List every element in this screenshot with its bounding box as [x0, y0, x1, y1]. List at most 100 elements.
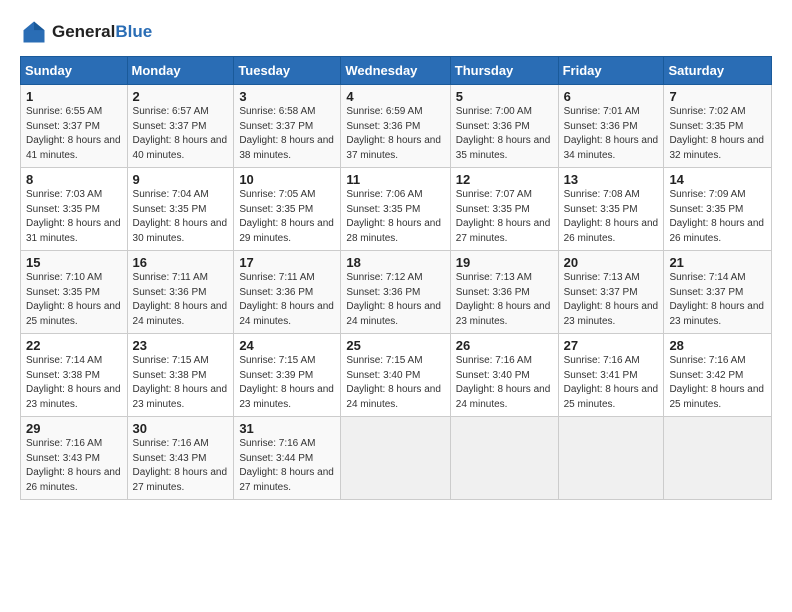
calendar-cell: 6 Sunrise: 7:01 AMSunset: 3:36 PMDaylight… [558, 85, 664, 168]
day-number: 10 [239, 172, 335, 187]
logo-text: GeneralBlue [52, 23, 152, 42]
day-number: 2 [133, 89, 229, 104]
calendar-header-monday: Monday [127, 57, 234, 85]
day-info: Sunrise: 7:04 AMSunset: 3:35 PMDaylight:… [133, 189, 228, 244]
calendar-cell: 2 Sunrise: 6:57 AMSunset: 3:37 PMDaylight… [127, 85, 234, 168]
calendar-cell [450, 417, 558, 500]
day-info: Sunrise: 7:11 AMSunset: 3:36 PMDaylight:… [239, 272, 334, 327]
calendar-cell: 14 Sunrise: 7:09 AMSunset: 3:35 PMDayligh… [664, 168, 772, 251]
day-info: Sunrise: 6:57 AMSunset: 3:37 PMDaylight:… [133, 106, 228, 161]
calendar-header-wednesday: Wednesday [341, 57, 450, 85]
day-number: 27 [564, 338, 659, 353]
calendar-week-1: 1 Sunrise: 6:55 AMSunset: 3:37 PMDaylight… [21, 85, 772, 168]
calendar-cell: 25 Sunrise: 7:15 AMSunset: 3:40 PMDayligh… [341, 334, 450, 417]
calendar-table: SundayMondayTuesdayWednesdayThursdayFrid… [20, 56, 772, 500]
day-info: Sunrise: 6:59 AMSunset: 3:36 PMDaylight:… [346, 106, 441, 161]
calendar-cell: 31 Sunrise: 7:16 AMSunset: 3:44 PMDayligh… [234, 417, 341, 500]
day-number: 3 [239, 89, 335, 104]
day-info: Sunrise: 7:16 AMSunset: 3:43 PMDaylight:… [133, 438, 228, 493]
day-info: Sunrise: 7:16 AMSunset: 3:42 PMDaylight:… [669, 355, 764, 410]
day-info: Sunrise: 7:03 AMSunset: 3:35 PMDaylight:… [26, 189, 121, 244]
calendar-cell: 16Sunrise: 7:11 AMSunset: 3:36 PMDayligh… [127, 251, 234, 334]
day-info: Sunrise: 7:10 AMSunset: 3:35 PMDaylight:… [26, 272, 121, 327]
calendar-cell: 27 Sunrise: 7:16 AMSunset: 3:41 PMDayligh… [558, 334, 664, 417]
day-number: 9 [133, 172, 229, 187]
day-number: 28 [669, 338, 766, 353]
day-info: Sunrise: 7:15 AMSunset: 3:40 PMDaylight:… [346, 355, 441, 410]
calendar-cell: 18 Sunrise: 7:12 AMSunset: 3:36 PMDayligh… [341, 251, 450, 334]
calendar-header-saturday: Saturday [664, 57, 772, 85]
calendar-cell: 24Sunrise: 7:15 AMSunset: 3:39 PMDayligh… [234, 334, 341, 417]
logo-general: General [52, 23, 115, 42]
logo-icon [20, 18, 48, 46]
day-number: 25 [346, 338, 444, 353]
day-info: Sunrise: 7:15 AMSunset: 3:38 PMDaylight:… [133, 355, 228, 410]
calendar-cell: 5Sunrise: 7:00 AMSunset: 3:36 PMDaylight… [450, 85, 558, 168]
calendar-header-sunday: Sunday [21, 57, 128, 85]
day-number: 1 [26, 89, 122, 104]
logo-blue: Blue [115, 23, 152, 42]
day-info: Sunrise: 7:16 AMSunset: 3:43 PMDaylight:… [26, 438, 121, 493]
day-number: 6 [564, 89, 659, 104]
calendar-cell: 12Sunrise: 7:07 AMSunset: 3:35 PMDayligh… [450, 168, 558, 251]
calendar-cell: 3 Sunrise: 6:58 AMSunset: 3:37 PMDaylight… [234, 85, 341, 168]
calendar-cell [558, 417, 664, 500]
calendar-cell: 1 Sunrise: 6:55 AMSunset: 3:37 PMDaylight… [21, 85, 128, 168]
day-info: Sunrise: 7:16 AMSunset: 3:41 PMDaylight:… [564, 355, 659, 410]
day-info: Sunrise: 7:12 AMSunset: 3:36 PMDaylight:… [346, 272, 441, 327]
day-number: 8 [26, 172, 122, 187]
day-info: Sunrise: 6:55 AMSunset: 3:37 PMDaylight:… [26, 106, 121, 161]
day-info: Sunrise: 7:14 AMSunset: 3:38 PMDaylight:… [26, 355, 121, 410]
calendar-cell: 11 Sunrise: 7:06 AMSunset: 3:35 PMDayligh… [341, 168, 450, 251]
day-info: Sunrise: 7:16 AMSunset: 3:44 PMDaylight:… [239, 438, 334, 493]
day-info: Sunrise: 7:08 AMSunset: 3:35 PMDaylight:… [564, 189, 659, 244]
day-info: Sunrise: 7:13 AMSunset: 3:37 PMDaylight:… [564, 272, 659, 327]
day-info: Sunrise: 7:16 AMSunset: 3:40 PMDaylight:… [456, 355, 551, 410]
calendar-cell: 17 Sunrise: 7:11 AMSunset: 3:36 PMDayligh… [234, 251, 341, 334]
day-info: Sunrise: 7:00 AMSunset: 3:36 PMDaylight:… [456, 106, 551, 161]
calendar-cell [664, 417, 772, 500]
day-info: Sunrise: 7:01 AMSunset: 3:36 PMDaylight:… [564, 106, 659, 161]
calendar-cell: 21Sunrise: 7:14 AMSunset: 3:37 PMDayligh… [664, 251, 772, 334]
day-number: 11 [346, 172, 444, 187]
calendar-week-3: 15 Sunrise: 7:10 AMSunset: 3:35 PMDayligh… [21, 251, 772, 334]
calendar-header-friday: Friday [558, 57, 664, 85]
day-number: 20 [564, 255, 659, 270]
day-number: 17 [239, 255, 335, 270]
day-info: Sunrise: 7:14 AMSunset: 3:37 PMDaylight:… [669, 272, 764, 327]
day-number: 31 [239, 421, 335, 436]
calendar-cell: 10 Sunrise: 7:05 AMSunset: 3:35 PMDayligh… [234, 168, 341, 251]
calendar-header-tuesday: Tuesday [234, 57, 341, 85]
calendar-cell: 4 Sunrise: 6:59 AMSunset: 3:36 PMDaylight… [341, 85, 450, 168]
logo: GeneralBlue [20, 18, 152, 46]
day-number: 22 [26, 338, 122, 353]
page: GeneralBlue SundayMondayTuesdayWednesday… [0, 0, 792, 512]
calendar-cell: 26Sunrise: 7:16 AMSunset: 3:40 PMDayligh… [450, 334, 558, 417]
calendar-week-5: 29 Sunrise: 7:16 AMSunset: 3:43 PMDayligh… [21, 417, 772, 500]
day-number: 15 [26, 255, 122, 270]
day-number: 23 [133, 338, 229, 353]
day-number: 18 [346, 255, 444, 270]
day-number: 29 [26, 421, 122, 436]
day-number: 7 [669, 89, 766, 104]
calendar-cell: 22 Sunrise: 7:14 AMSunset: 3:38 PMDayligh… [21, 334, 128, 417]
calendar-cell: 7Sunrise: 7:02 AMSunset: 3:35 PMDaylight… [664, 85, 772, 168]
day-number: 16 [133, 255, 229, 270]
calendar-cell [341, 417, 450, 500]
day-number: 12 [456, 172, 553, 187]
day-info: Sunrise: 7:06 AMSunset: 3:35 PMDaylight:… [346, 189, 441, 244]
day-number: 19 [456, 255, 553, 270]
calendar-cell: 19Sunrise: 7:13 AMSunset: 3:36 PMDayligh… [450, 251, 558, 334]
day-info: Sunrise: 7:09 AMSunset: 3:35 PMDaylight:… [669, 189, 764, 244]
calendar-cell: 9 Sunrise: 7:04 AMSunset: 3:35 PMDaylight… [127, 168, 234, 251]
day-info: Sunrise: 7:15 AMSunset: 3:39 PMDaylight:… [239, 355, 334, 410]
day-number: 4 [346, 89, 444, 104]
day-info: Sunrise: 7:05 AMSunset: 3:35 PMDaylight:… [239, 189, 334, 244]
calendar-header-row: SundayMondayTuesdayWednesdayThursdayFrid… [21, 57, 772, 85]
calendar-week-4: 22 Sunrise: 7:14 AMSunset: 3:38 PMDayligh… [21, 334, 772, 417]
day-info: Sunrise: 6:58 AMSunset: 3:37 PMDaylight:… [239, 106, 334, 161]
calendar-week-2: 8 Sunrise: 7:03 AMSunset: 3:35 PMDaylight… [21, 168, 772, 251]
day-number: 14 [669, 172, 766, 187]
header-row: GeneralBlue [20, 18, 772, 46]
calendar-header-thursday: Thursday [450, 57, 558, 85]
